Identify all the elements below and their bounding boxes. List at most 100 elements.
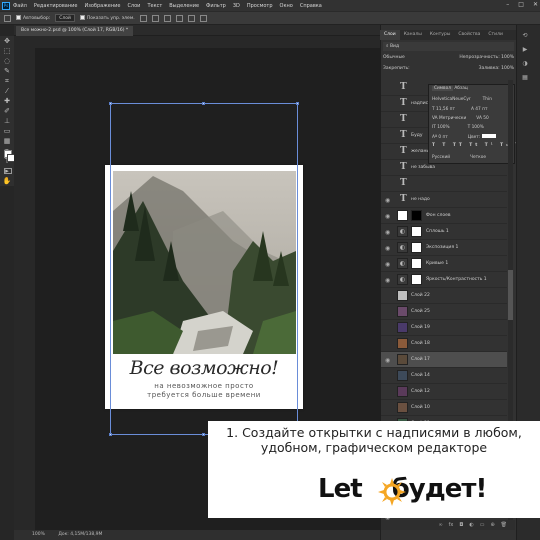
layer-row[interactable]: ◉ Фон слоев — [381, 208, 507, 224]
transform-bounding-box[interactable] — [109, 102, 299, 436]
font-style-dropdown[interactable]: Thin — [483, 97, 492, 102]
vertical-scale-field[interactable]: 100% — [437, 125, 449, 130]
menu-view[interactable]: Просмотр — [247, 3, 273, 9]
eye-icon[interactable]: ◉ — [385, 277, 390, 284]
tab-paragraph[interactable]: Абзац — [454, 86, 467, 91]
align-center-icon[interactable] — [151, 14, 159, 22]
healing-tool-icon[interactable]: ✚ — [2, 97, 12, 106]
tab-properties[interactable]: Свойства — [454, 30, 484, 40]
font-size-field[interactable]: 11,56 пт — [436, 107, 455, 112]
trash-icon[interactable]: 🗑 — [501, 520, 507, 530]
layer-row[interactable]: Слой 12 — [381, 384, 507, 400]
quick-select-tool-icon[interactable]: ✎ — [2, 67, 12, 76]
history-icon[interactable]: ⟲ — [520, 32, 530, 40]
opacity-field[interactable]: Непрозрачность: 100% — [459, 53, 514, 62]
menu-edit[interactable]: Редактирование — [34, 3, 78, 9]
align-right-icon[interactable] — [163, 14, 171, 22]
menu-filter[interactable]: Фильтр — [206, 3, 226, 9]
close-icon[interactable]: ✕ — [533, 1, 538, 8]
align-left-icon[interactable] — [139, 14, 147, 22]
mask-icon[interactable]: ◘ — [459, 520, 463, 530]
tab-character[interactable]: Символ — [432, 86, 453, 91]
align-middle-icon[interactable] — [187, 14, 195, 22]
color-icon[interactable]: ◑ — [520, 60, 530, 68]
brush-tool-icon[interactable]: ✐ — [2, 107, 12, 116]
transform-handle[interactable] — [109, 433, 112, 436]
tab-layers[interactable]: Слои — [380, 30, 400, 40]
eye-icon[interactable]: ◉ — [385, 245, 390, 252]
menu-type[interactable]: Текст — [147, 3, 162, 9]
layer-row[interactable]: Слой 10 — [381, 400, 507, 416]
transform-handle[interactable] — [109, 102, 112, 105]
kerning-dropdown[interactable]: Метрически — [439, 116, 466, 121]
stamp-tool-icon[interactable]: ⊥ — [2, 117, 12, 126]
eye-icon[interactable]: ◉ — [385, 213, 390, 220]
folder-icon[interactable]: ▭ — [480, 520, 485, 530]
move-tool-icon[interactable]: ✥ — [2, 37, 12, 46]
layer-row[interactable]: ◉ Слой 17 — [381, 352, 507, 368]
blend-mode-dropdown[interactable]: Обычные — [383, 53, 405, 62]
show-controls-checkbox[interactable]: Показать упр. элем. — [79, 15, 135, 21]
menu-image[interactable]: Изображение — [84, 3, 120, 9]
align-bottom-icon[interactable] — [199, 14, 207, 22]
menu-select[interactable]: Выделение — [169, 3, 199, 9]
link-icon[interactable]: ∞ — [438, 520, 442, 530]
eraser-tool-icon[interactable]: ▭ — [2, 127, 12, 136]
layer-filter[interactable]: ⌕ Вид — [383, 42, 514, 51]
actions-icon[interactable]: ▶ — [520, 46, 530, 54]
language-dropdown[interactable]: Русский — [432, 155, 450, 160]
layer-row[interactable]: ◉ ◐ Яркость/Контрастность 1 — [381, 272, 507, 288]
eye-icon[interactable]: ◉ — [385, 357, 390, 364]
document-tab[interactable]: Все можно-2.psd @ 100% (Слой 17, RGB/16)… — [16, 26, 134, 36]
new-layer-icon[interactable]: ⊕ — [490, 520, 494, 530]
layer-row[interactable]: ◉ ◐ Экспозиция 1 — [381, 240, 507, 256]
crop-tool-icon[interactable]: ⌗ — [2, 77, 12, 86]
gradient-tool-icon[interactable]: ▦ — [2, 137, 12, 146]
tab-channels[interactable]: Каналы — [400, 30, 426, 40]
eyedropper-tool-icon[interactable]: ⁄ — [2, 87, 12, 96]
layer-row[interactable]: ◉ ◐ Кривые 1 — [381, 256, 507, 272]
fx-icon[interactable]: fx — [449, 520, 454, 530]
leading-field[interactable]: 47 пт — [475, 107, 487, 112]
autoselect-dropdown[interactable]: Слой — [55, 14, 75, 22]
antialias-dropdown[interactable]: Четкое — [470, 155, 486, 160]
transform-handle[interactable] — [202, 102, 205, 105]
menu-layers[interactable]: Слои — [127, 3, 140, 9]
minimize-icon[interactable]: – — [506, 1, 509, 8]
hand-tool-icon[interactable]: ✋ — [2, 177, 12, 186]
autoselect-checkbox[interactable]: Автовыбор: — [16, 15, 50, 21]
tracking-field[interactable]: 50 — [483, 116, 488, 121]
layer-row[interactable]: Слой 19 — [381, 320, 507, 336]
layer-row[interactable]: ◉ ◐ Сплошь 1 — [381, 224, 507, 240]
scrollbar-thumb[interactable] — [508, 270, 513, 320]
eye-icon[interactable]: ◉ — [385, 261, 390, 268]
move-tool-icon[interactable] — [4, 14, 11, 22]
layer-row[interactable]: Слой 22 — [381, 288, 507, 304]
layer-row[interactable]: T — [381, 176, 507, 192]
text-color-swatch[interactable] — [482, 134, 497, 138]
menu-3d[interactable]: 3D — [233, 3, 240, 9]
quick-mask-icon[interactable] — [4, 168, 12, 174]
transform-handle[interactable] — [202, 433, 205, 436]
layer-row[interactable]: ◉ Tне надо — [381, 192, 507, 208]
tab-paths[interactable]: Контуры — [426, 30, 455, 40]
adjustment-icon[interactable]: ◐ — [469, 520, 473, 530]
baseline-field[interactable]: 0 пт — [438, 135, 447, 140]
layer-row[interactable]: Слой 25 — [381, 304, 507, 320]
eye-icon[interactable]: ◉ — [385, 197, 390, 204]
swatches-icon[interactable]: ▦ — [520, 74, 530, 82]
maximize-icon[interactable]: □ — [518, 1, 524, 8]
transform-handle[interactable] — [296, 102, 299, 105]
zoom-level[interactable]: 100% — [32, 532, 45, 537]
font-family-dropdown[interactable]: HelveticaNeueCyr — [432, 97, 471, 102]
menu-file[interactable]: Файл — [13, 3, 27, 9]
fill-field[interactable]: Заливка: 100% — [479, 64, 514, 73]
align-top-icon[interactable] — [175, 14, 183, 22]
menu-window[interactable]: Окно — [280, 3, 293, 9]
horizontal-scale-field[interactable]: 100% — [472, 125, 484, 130]
lasso-tool-icon[interactable]: ◌ — [2, 57, 12, 66]
layer-row[interactable]: Слой 14 — [381, 368, 507, 384]
eye-icon[interactable]: ◉ — [385, 229, 390, 236]
layer-row[interactable]: Слой 18 — [381, 336, 507, 352]
menu-help[interactable]: Справка — [300, 3, 322, 9]
